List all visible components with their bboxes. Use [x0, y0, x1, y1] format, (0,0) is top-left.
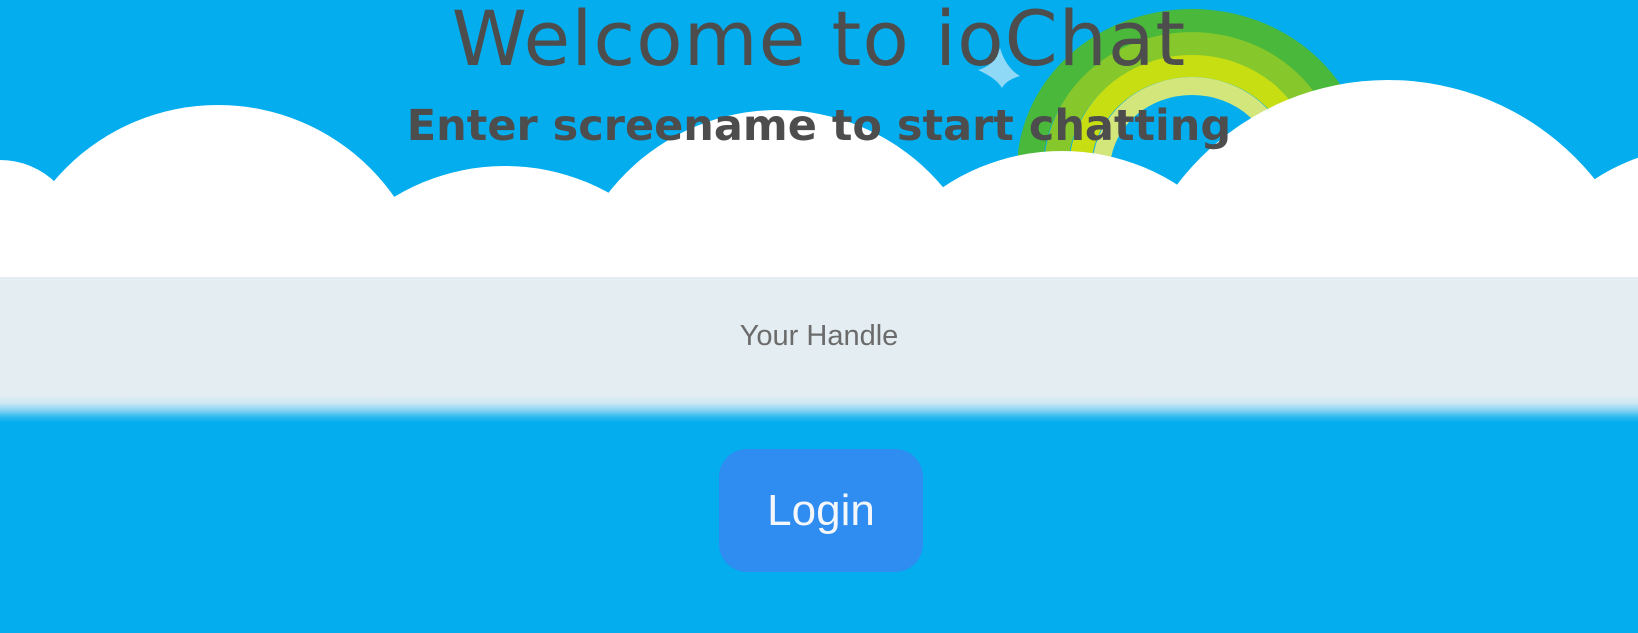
- page-subtitle: Enter screename to start chatting: [406, 101, 1232, 151]
- handle-input[interactable]: [0, 277, 1638, 395]
- handle-band: [0, 277, 1638, 423]
- login-button[interactable]: Login: [719, 449, 923, 572]
- page-title: Welcome to ioChat: [451, 0, 1187, 83]
